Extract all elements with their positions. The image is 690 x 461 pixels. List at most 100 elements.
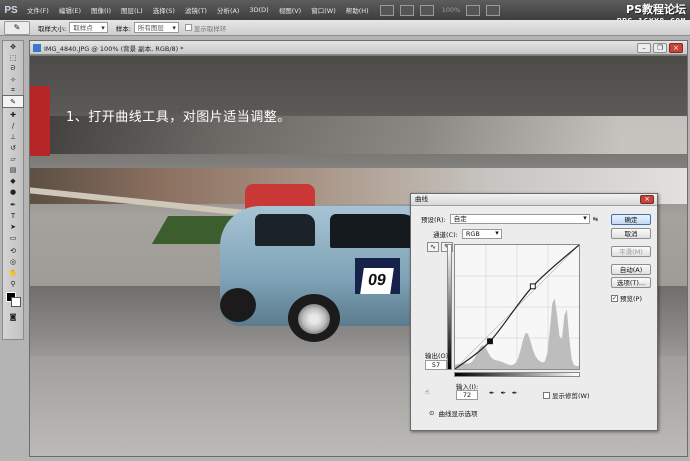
path-select-tool-icon[interactable]: ➤ <box>3 221 23 232</box>
eyedropper-tool-icon[interactable]: ✎ <box>2 95 24 108</box>
menu-select[interactable]: 选择(S) <box>148 5 180 15</box>
white-point-eyedropper-icon[interactable]: ✒ <box>512 389 517 397</box>
menu-edit[interactable]: 编辑(E) <box>54 5 86 15</box>
menu-help[interactable]: 帮助(H) <box>341 5 374 15</box>
on-image-adjust-icon[interactable]: ☝ <box>425 388 429 396</box>
preview-row[interactable]: ✓ 预览(P) <box>611 293 642 303</box>
close-button[interactable]: × <box>669 43 683 53</box>
menu-window[interactable]: 窗口(W) <box>306 5 341 15</box>
expand-options-icon[interactable]: ⊙ <box>429 409 434 417</box>
show-sampling-ring-checkbox[interactable]: 显示取样环 <box>184 23 227 33</box>
mini-bridge-icon[interactable] <box>399 4 414 16</box>
arrange-documents-icon[interactable] <box>419 4 434 16</box>
channel-select[interactable]: RGB <box>461 229 502 239</box>
toolbox: ✥ ⬚ ᘐ ✧ ⌗ ✎ ✚ ∕ ⊥ ↺ ▱ ▤ ◆ ● ✒ T ➤ ▭ ⟲ ◎ … <box>2 40 24 340</box>
brush-tool-icon[interactable]: ∕ <box>3 120 23 131</box>
preview-checkbox[interactable]: ✓ <box>611 294 618 302</box>
gradient-tool-icon[interactable]: ▤ <box>3 164 23 175</box>
ok-button[interactable]: 确定 <box>611 214 651 225</box>
auto-button[interactable]: 自动(A) <box>611 264 651 275</box>
restore-button[interactable]: ❐ <box>653 43 667 53</box>
curve-edit-icon[interactable]: ∿ <box>427 242 439 252</box>
sample-select[interactable]: 所有图层 <box>133 22 179 33</box>
curves-close-button[interactable]: × <box>640 195 654 204</box>
menu-image[interactable]: 图像(I) <box>86 5 116 15</box>
zoom-level[interactable]: 100% <box>442 6 461 14</box>
display-options-row[interactable]: ⊙ 曲线显示选项 <box>429 408 477 418</box>
preview-label: 预览(P) <box>620 295 642 303</box>
curves-graph[interactable] <box>454 244 580 370</box>
gray-point-eyedropper-icon[interactable]: ✒ <box>500 389 505 397</box>
color-swatches[interactable] <box>3 289 23 311</box>
photo-car-number: 09 <box>360 268 394 294</box>
tutorial-annotation: 1、打开曲线工具，对图片适当调整。 <box>66 110 291 125</box>
output-value-field[interactable]: 57 <box>425 360 447 370</box>
screen-mode-icon[interactable] <box>486 4 501 16</box>
background-color-swatch[interactable] <box>11 297 21 307</box>
sample-size-select[interactable]: 取样点 <box>69 22 108 33</box>
eyedropper-row: ✒ ✒ ✒ <box>489 389 517 397</box>
document-tab[interactable]: IMG_4840.JPG @ 100% (背景 副本, RGB/8) * <box>30 41 687 55</box>
show-clipping-label: 显示修剪(W) <box>552 392 590 400</box>
menu-layer[interactable]: 图层(L) <box>116 5 148 15</box>
photo-car-rim <box>298 304 330 334</box>
photoshop-logo-icon: PS <box>4 4 18 16</box>
eraser-tool-icon[interactable]: ▱ <box>3 153 23 164</box>
eyedropper-tool-preset-icon[interactable]: ✎ <box>4 20 30 35</box>
hand-tool-icon[interactable]: ✋ <box>3 267 23 278</box>
smooth-button[interactable]: 平滑(M) <box>611 246 651 257</box>
minimize-button[interactable]: – <box>637 43 651 53</box>
preset-label: 预设(R): <box>421 216 446 224</box>
menu-view[interactable]: 视图(V) <box>274 5 307 15</box>
display-options-label: 曲线显示选项 <box>438 410 478 418</box>
output-label: 输出(O): <box>425 352 451 360</box>
marquee-tool-icon[interactable]: ⬚ <box>3 52 23 63</box>
3d-rotate-tool-icon[interactable]: ⟲ <box>3 245 23 256</box>
preset-select[interactable]: 自定 <box>449 214 590 224</box>
preset-options-icon[interactable]: ⇆ <box>593 215 598 223</box>
blur-tool-icon[interactable]: ◆ <box>3 175 23 186</box>
pen-tool-icon[interactable]: ✒ <box>3 199 23 210</box>
quick-select-tool-icon[interactable]: ✧ <box>3 74 23 85</box>
dodge-tool-icon[interactable]: ● <box>3 186 23 197</box>
window-controls: – ❐ × <box>637 43 683 53</box>
menu-3d[interactable]: 3D(D) <box>244 6 273 14</box>
photo-car-rear-window <box>255 214 315 246</box>
curve-control-point[interactable] <box>487 338 493 345</box>
show-clipping-checkbox[interactable] <box>543 391 550 399</box>
photo-red-banner <box>30 86 50 156</box>
quick-mask-icon[interactable]: ◙ <box>3 311 23 322</box>
photo-car-side-window <box>330 214 420 248</box>
type-tool-icon[interactable]: T <box>3 210 23 221</box>
cancel-button[interactable]: 取消 <box>611 228 651 239</box>
menu-analysis[interactable]: 分析(A) <box>212 5 245 15</box>
bridge-icon[interactable] <box>379 4 394 16</box>
sample-size-label: 取样大小: <box>38 24 67 33</box>
clone-stamp-tool-icon[interactable]: ⊥ <box>3 131 23 142</box>
3d-orbit-tool-icon[interactable]: ◎ <box>3 256 23 267</box>
move-tool-icon[interactable]: ✥ <box>3 41 23 52</box>
menu-bar: PS 文件(F) 编辑(E) 图像(I) 图层(L) 选择(S) 滤镜(T) 分… <box>0 0 690 26</box>
document-title: IMG_4840.JPG @ 100% (背景 副本, RGB/8) * <box>44 44 184 53</box>
curves-dialog: 曲线 × 预设(R): 自定 ⇆ 通道(C): RGB ∿ ✎ 输出(O): 5… <box>410 193 658 431</box>
menu-file[interactable]: 文件(F) <box>22 5 54 15</box>
crop-tool-icon[interactable]: ⌗ <box>3 85 23 96</box>
hand-view-icon[interactable] <box>466 4 481 16</box>
lasso-tool-icon[interactable]: ᘐ <box>3 63 23 74</box>
checkbox-box[interactable] <box>184 24 192 31</box>
shape-tool-icon[interactable]: ▭ <box>3 232 23 243</box>
black-point-eyedropper-icon[interactable]: ✒ <box>489 389 494 397</box>
sample-label: 样本: <box>115 24 131 33</box>
healing-brush-tool-icon[interactable]: ✚ <box>3 109 23 120</box>
options-button[interactable]: 选项(T)... <box>611 277 651 288</box>
curves-graph-svg[interactable] <box>454 244 580 370</box>
zoom-tool-icon[interactable]: ⚲ <box>3 278 23 289</box>
show-sampling-ring-label: 显示取样环 <box>193 24 227 33</box>
history-brush-tool-icon[interactable]: ↺ <box>3 142 23 153</box>
input-value-field[interactable]: 72 <box>456 390 478 400</box>
preset-row: 预设(R): 自定 ⇆ <box>421 214 598 224</box>
options-bar: ✎ 取样大小: 取样点 样本: 所有图层 显示取样环 <box>0 20 690 36</box>
curve-control-point[interactable] <box>529 283 536 290</box>
menu-filter[interactable]: 滤镜(T) <box>180 5 212 15</box>
show-clipping-row[interactable]: 显示修剪(W) <box>543 390 590 400</box>
